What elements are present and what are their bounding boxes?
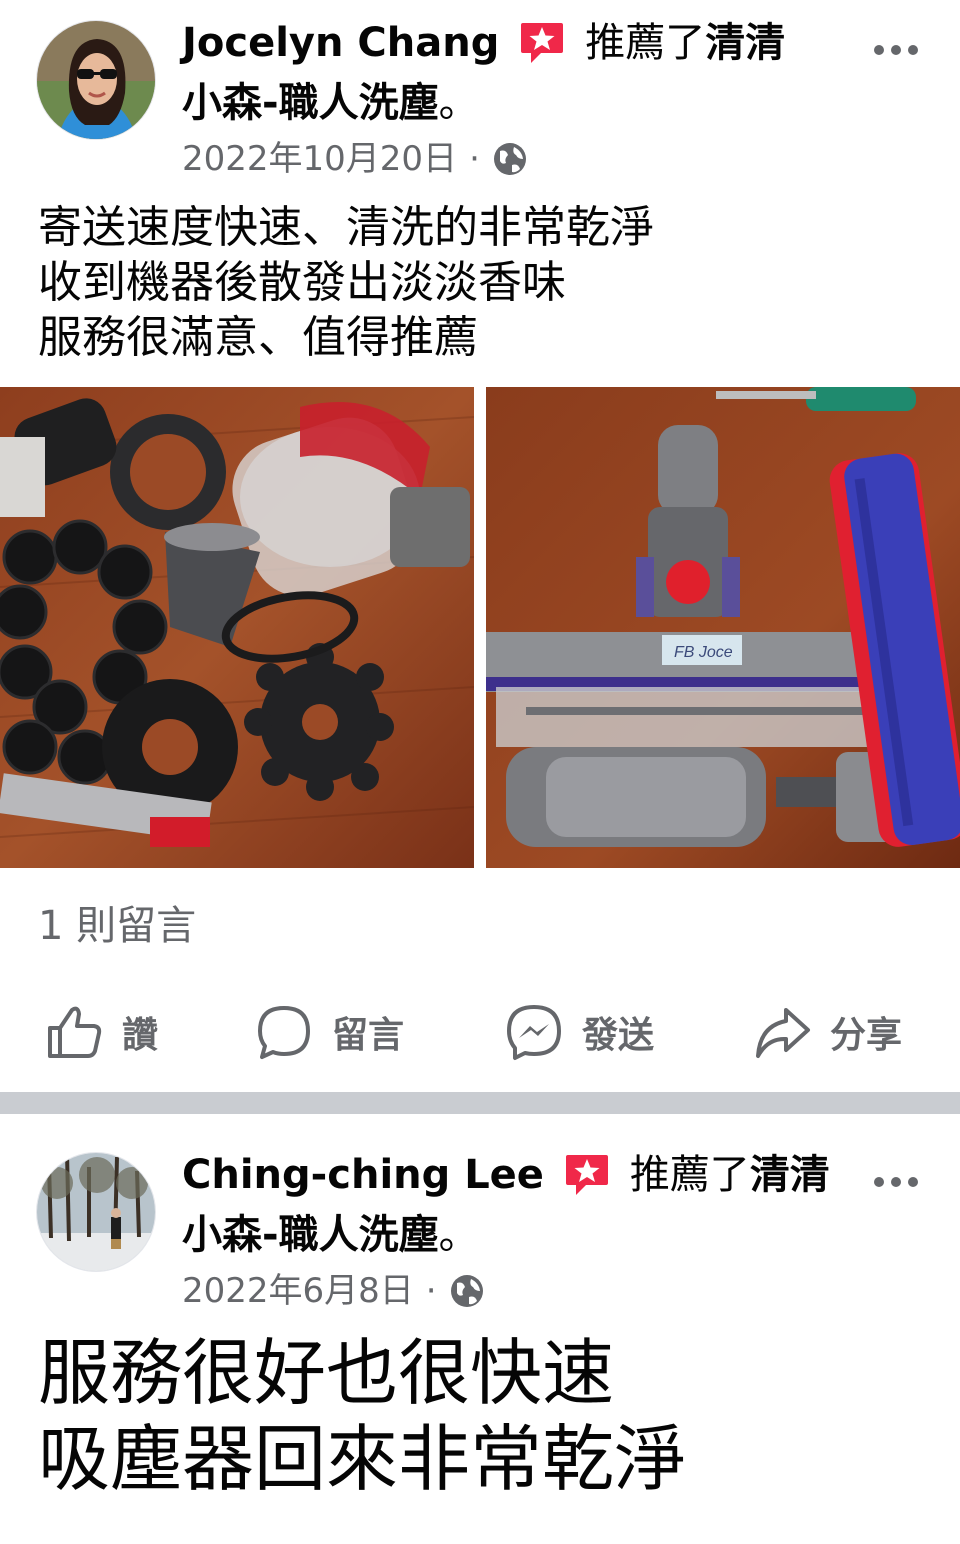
recommend-text: 推薦了 [585, 20, 706, 66]
share-arrow-icon [752, 1002, 812, 1062]
like-button[interactable]: 讚 [44, 996, 158, 1068]
recommend-star-icon [519, 21, 565, 65]
recommend-text: 推薦了 [629, 1152, 750, 1198]
post-meta: 2022年6月8日 · [182, 1269, 485, 1313]
post-card: Jocelyn Chang 推薦了清清 小森-職人洗塵。 2022年10月20日… [0, 0, 960, 1092]
post-actions-bar: 讚 留言 發送 分享 [0, 996, 960, 1068]
comments-count[interactable]: 1 則留言 [38, 900, 196, 952]
post-body-line: 收到機器後散發出淡淡香味 [38, 257, 566, 308]
globe-icon [492, 141, 528, 177]
author-avatar[interactable] [36, 20, 156, 140]
dot-icon [908, 1177, 918, 1187]
dot-icon [874, 45, 884, 55]
comment-button[interactable]: 留言 [254, 996, 404, 1068]
globe-icon [449, 1273, 485, 1309]
photo-label: FB Joce [674, 644, 733, 661]
meta-separator: · [469, 139, 480, 179]
author-avatar[interactable] [36, 1152, 156, 1272]
more-options-button[interactable] [868, 1162, 924, 1202]
author-name[interactable]: Jocelyn Chang [182, 20, 499, 66]
post-body: 寄送速度快速、清洗的非常乾淨 收到機器後散發出淡淡香味 服務很滿意、值得推薦 [38, 200, 654, 365]
post-header-line2: 小森-職人洗塵。 [182, 74, 479, 132]
page-name-link-cont[interactable]: 小森-職人洗塵 [182, 1212, 439, 1258]
share-button[interactable]: 分享 [752, 996, 902, 1068]
post-meta: 2022年10月20日 · [182, 137, 528, 181]
send-label: 發送 [582, 1015, 655, 1056]
post-body-line: 服務很好也很快速 [38, 1331, 615, 1415]
messenger-icon [504, 1002, 564, 1062]
comment-label: 留言 [332, 1015, 405, 1056]
period: 。 [438, 1212, 479, 1258]
page-name-link[interactable]: 清清 [705, 20, 785, 66]
share-label: 分享 [830, 1015, 903, 1056]
feed-divider [0, 1092, 960, 1114]
post-body-line: 吸塵器回來非常乾淨 [38, 1417, 687, 1501]
post-body-line: 寄送速度快速、清洗的非常乾淨 [38, 202, 654, 253]
post-body-line: 服務很滿意、值得推薦 [38, 312, 478, 363]
post-body: 服務很好也很快速 吸塵器回來非常乾淨 [38, 1330, 686, 1502]
post-date[interactable]: 2022年10月20日 [182, 137, 457, 181]
more-options-button[interactable] [868, 30, 924, 70]
post-header-line1: Ching-ching Lee 推薦了清清 [182, 1146, 830, 1204]
dot-icon [891, 1177, 901, 1187]
author-name[interactable]: Ching-ching Lee [182, 1152, 544, 1198]
avatar-photo [37, 21, 155, 139]
period: 。 [438, 80, 479, 126]
post-header-line2: 小森-職人洗塵。 [182, 1206, 479, 1264]
post-photo-vacuum-parts[interactable] [0, 387, 474, 868]
dot-icon [908, 45, 918, 55]
post-card: Ching-ching Lee 推薦了清清 小森-職人洗塵。 2022年6月8日… [0, 1114, 960, 1544]
like-label: 讚 [122, 1015, 159, 1056]
avatar-photo [37, 1153, 155, 1271]
recommend-star-icon [564, 1153, 610, 1197]
post-header-line1: Jocelyn Chang 推薦了清清 [182, 14, 785, 72]
dot-icon [874, 1177, 884, 1187]
thumbs-up-icon [44, 1002, 104, 1062]
comment-bubble-icon [254, 1002, 314, 1062]
send-button[interactable]: 發送 [504, 996, 654, 1068]
post-photo-floor-head[interactable]: FB Joce [486, 387, 960, 868]
page-name-link[interactable]: 清清 [750, 1152, 830, 1198]
meta-separator: · [425, 1271, 437, 1311]
page-name-link-cont[interactable]: 小森-職人洗塵 [182, 80, 439, 126]
post-date[interactable]: 2022年6月8日 [182, 1269, 414, 1313]
dot-icon [891, 45, 901, 55]
